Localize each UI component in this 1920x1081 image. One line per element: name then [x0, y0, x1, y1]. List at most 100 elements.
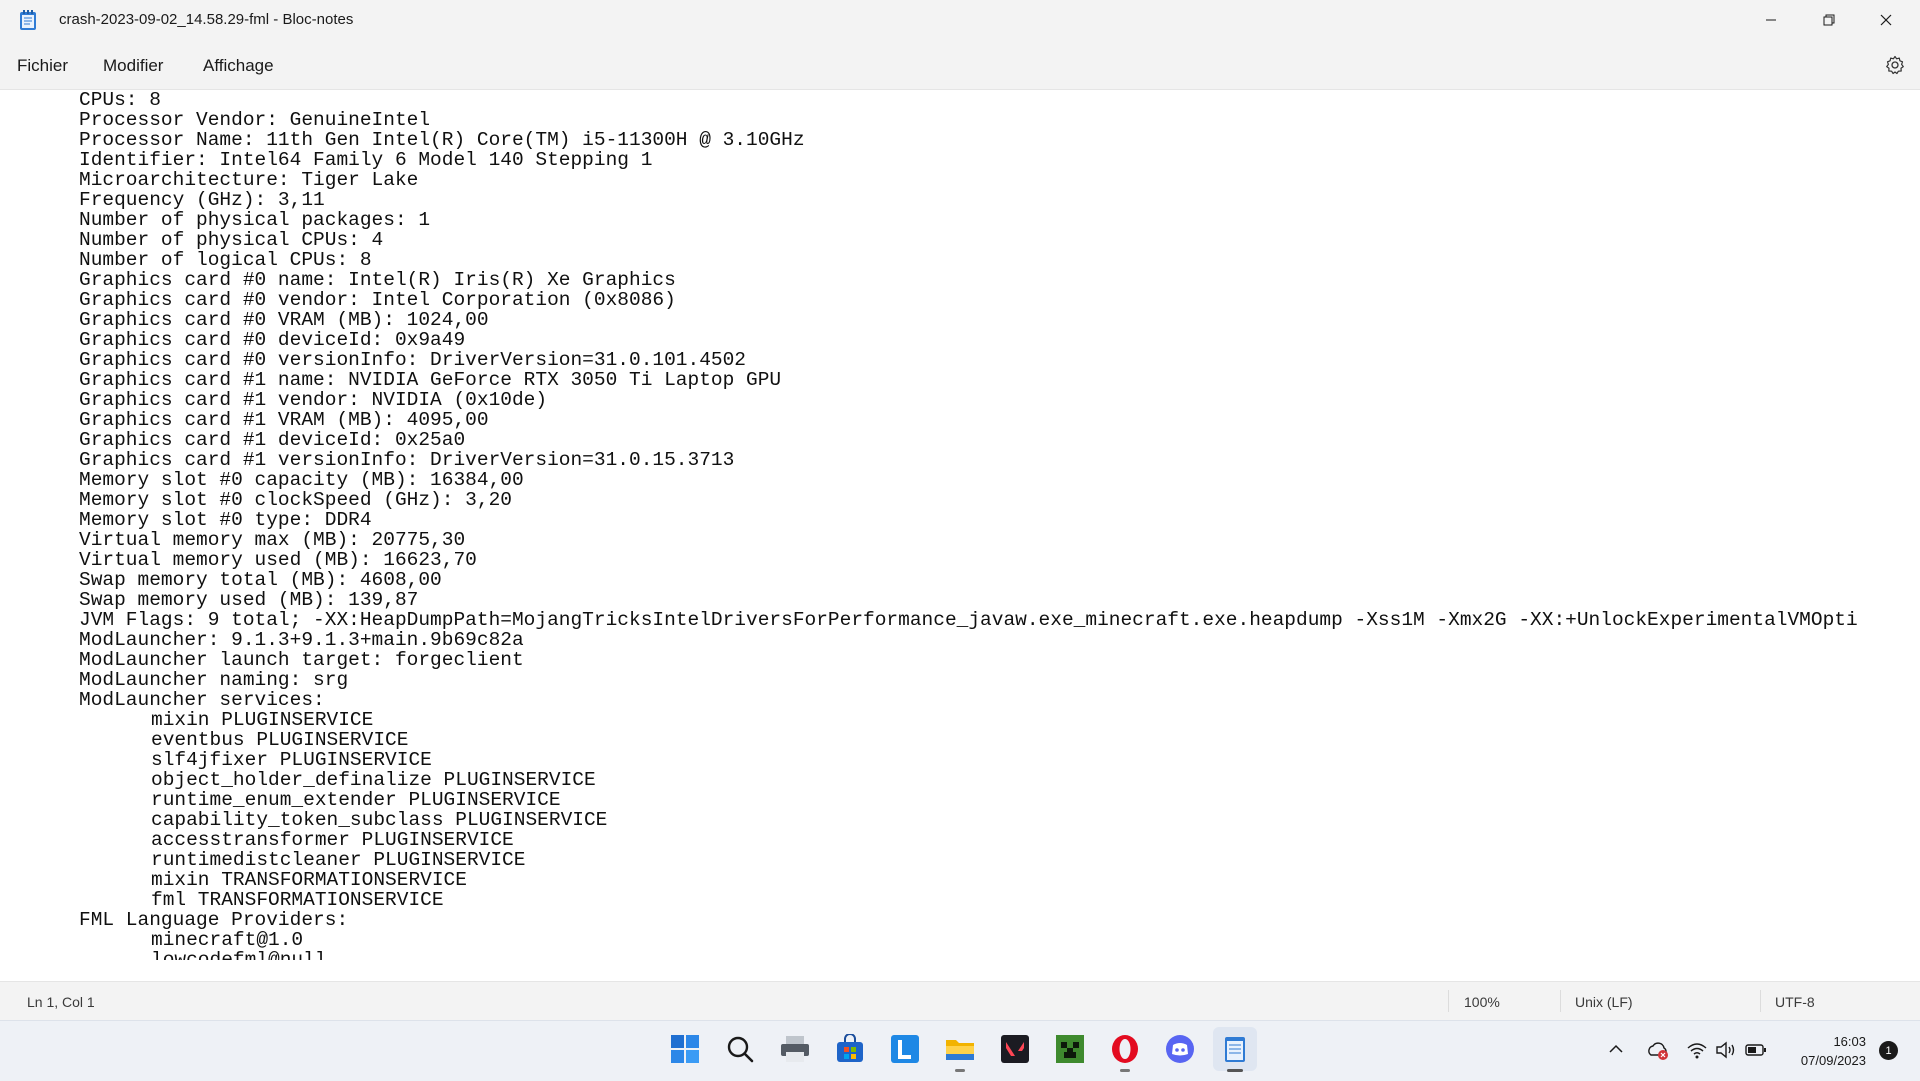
text-line: Virtual memory used (MB): 16623,70: [79, 549, 477, 571]
valorant-icon: [1001, 1035, 1029, 1063]
text-line: Memory slot #0 clockSpeed (GHz): 3,20: [79, 489, 512, 511]
clock-date: 07/09/2023: [1800, 1053, 1866, 1068]
text-line: Memory slot #0 capacity (MB): 16384,00: [79, 469, 524, 491]
text-line: mixin TRANSFORMATIONSERVICE: [151, 869, 467, 891]
text-line: Swap memory total (MB): 4608,00: [79, 569, 442, 591]
file-explorer-icon: [946, 1040, 974, 1060]
close-button[interactable]: [1858, 0, 1914, 40]
taskbar-store-app[interactable]: [828, 1027, 872, 1071]
text-line: Microarchitecture: Tiger Lake: [79, 169, 419, 191]
taskbar-printer-app[interactable]: [773, 1027, 817, 1071]
search-button[interactable]: [718, 1027, 762, 1071]
opera-icon: [1112, 1035, 1138, 1063]
text-line: Identifier: Intel64 Family 6 Model 140 S…: [79, 149, 653, 171]
text-line: JVM Flags: 9 total; -XX:HeapDumpPath=Moj…: [79, 609, 1858, 631]
menu-affichage[interactable]: Affichage: [203, 56, 274, 76]
text-line: ModLauncher services:: [79, 689, 325, 711]
running-indicator: [1227, 1069, 1243, 1072]
chevron-up-icon[interactable]: [1608, 1043, 1624, 1055]
text-line: Graphics card #1 name: NVIDIA GeForce RT…: [79, 369, 782, 391]
store-icon: [837, 1034, 863, 1062]
zoom-level[interactable]: 100%: [1464, 994, 1500, 1010]
text-line: lowcodefml@null: [151, 949, 327, 960]
notepad-icon: [1225, 1037, 1245, 1062]
taskbar-notepad[interactable]: [1213, 1027, 1257, 1072]
text-line: Graphics card #0 deviceId: 0x9a49: [79, 329, 466, 351]
wifi-icon[interactable]: [1686, 1041, 1708, 1059]
close-icon: [1880, 14, 1892, 26]
taskbar-l-app[interactable]: [883, 1027, 927, 1071]
text-line: slf4jfixer PLUGINSERVICE: [151, 749, 432, 771]
menu-fichier[interactable]: Fichier: [17, 56, 68, 76]
running-indicator: [955, 1069, 965, 1072]
battery-icon[interactable]: [1745, 1043, 1767, 1057]
taskbar: 16:03 07/09/2023 1: [0, 1020, 1920, 1081]
minimize-button[interactable]: [1743, 0, 1799, 40]
text-line: ModLauncher: 9.1.3+9.1.3+main.9b69c82a: [79, 629, 524, 651]
text-line: Number of physical packages: 1: [79, 209, 431, 231]
status-divider: [1760, 990, 1761, 1012]
discord-icon: [1166, 1035, 1194, 1063]
text-line: Graphics card #0 VRAM (MB): 1024,00: [79, 309, 489, 331]
cursor-position: Ln 1, Col 1: [27, 994, 95, 1010]
text-line: Graphics card #0 versionInfo: DriverVers…: [79, 349, 747, 371]
text-line: mixin PLUGINSERVICE: [151, 709, 374, 731]
taskbar-minecraft[interactable]: [1048, 1027, 1092, 1071]
onedrive-error-icon[interactable]: [1647, 1041, 1669, 1061]
taskbar-opera[interactable]: [1103, 1027, 1147, 1072]
restore-icon: [1823, 14, 1835, 26]
text-line: Graphics card #0 vendor: Intel Corporati…: [79, 289, 676, 311]
text-line: Graphics card #1 versionInfo: DriverVers…: [79, 449, 735, 471]
running-indicator: [1120, 1069, 1130, 1072]
window-title: crash-2023-09-02_14.58.29-fml - Bloc-not…: [59, 11, 354, 28]
document-text[interactable]: CPUs: 8 Processor Vendor: GenuineIntel Pro…: [0, 90, 1920, 960]
text-line: eventbus PLUGINSERVICE: [151, 729, 409, 751]
text-line: accesstransformer PLUGINSERVICE: [151, 829, 514, 851]
minimize-icon: [1766, 19, 1776, 21]
taskbar-discord[interactable]: [1158, 1027, 1202, 1071]
text-line: Graphics card #1 vendor: NVIDIA (0x10de): [79, 389, 548, 411]
status-divider: [1560, 990, 1561, 1012]
text-line: Frequency (GHz): 3,11: [79, 189, 325, 211]
text-editor[interactable]: CPUs: 8 Processor Vendor: GenuineIntel Pro…: [0, 90, 1920, 960]
text-line: runtimedistcleaner PLUGINSERVICE: [151, 849, 526, 871]
minecraft-icon: [1056, 1035, 1084, 1063]
menu-modifier[interactable]: Modifier: [103, 56, 163, 76]
start-button[interactable]: [663, 1027, 707, 1071]
status-divider: [1448, 990, 1449, 1012]
text-line: fml TRANSFORMATIONSERVICE: [151, 889, 444, 911]
text-line: Swap memory used (MB): 139,87: [79, 589, 419, 611]
text-line: minecraft@1.0: [151, 929, 304, 951]
text-line: ModLauncher launch target: forgeclient: [79, 649, 524, 671]
menu-bar: Fichier Modifier Affichage: [0, 40, 1920, 90]
text-line: Graphics card #1 deviceId: 0x25a0: [79, 429, 466, 451]
title-bar: crash-2023-09-02_14.58.29-fml - Bloc-not…: [0, 0, 1920, 40]
encoding[interactable]: UTF-8: [1775, 994, 1815, 1010]
text-line: Number of logical CPUs: 8: [79, 249, 372, 271]
line-ending[interactable]: Unix (LF): [1575, 994, 1633, 1010]
text-line: runtime_enum_extender PLUGINSERVICE: [151, 789, 561, 811]
taskbar-valorant[interactable]: [993, 1027, 1037, 1071]
text-line: Memory slot #0 type: DDR4: [79, 509, 372, 531]
text-line: capability_token_subclass PLUGINSERVICE: [151, 809, 608, 831]
text-line: Virtual memory max (MB): 20775,30: [79, 529, 466, 551]
text-line: CPUs: 8: [79, 90, 161, 111]
clock-time: 16:03: [1833, 1034, 1866, 1049]
l-app-icon: [891, 1035, 919, 1063]
text-line: Graphics card #1 VRAM (MB): 4095,00: [79, 409, 489, 431]
maximize-button[interactable]: [1801, 0, 1857, 40]
status-bar: Ln 1, Col 1 100% Unix (LF) UTF-8: [0, 981, 1920, 1021]
notification-badge[interactable]: 1: [1879, 1041, 1898, 1060]
text-line: Processor Name: 11th Gen Intel(R) Core(T…: [79, 129, 805, 151]
printer-icon: [781, 1036, 809, 1062]
clock[interactable]: 16:03 07/09/2023: [1801, 1032, 1866, 1070]
text-line: Number of physical CPUs: 4: [79, 229, 384, 251]
text-line: object_holder_definalize PLUGINSERVICE: [151, 769, 596, 791]
taskbar-file-explorer[interactable]: [938, 1027, 982, 1072]
settings-gear-icon[interactable]: [1884, 54, 1906, 76]
text-line: Processor Vendor: GenuineIntel: [79, 109, 431, 131]
volume-icon[interactable]: [1715, 1041, 1737, 1059]
notepad-app-icon: [20, 10, 36, 30]
windows-start-icon: [671, 1035, 699, 1063]
text-line: Graphics card #0 name: Intel(R) Iris(R) …: [79, 269, 676, 291]
